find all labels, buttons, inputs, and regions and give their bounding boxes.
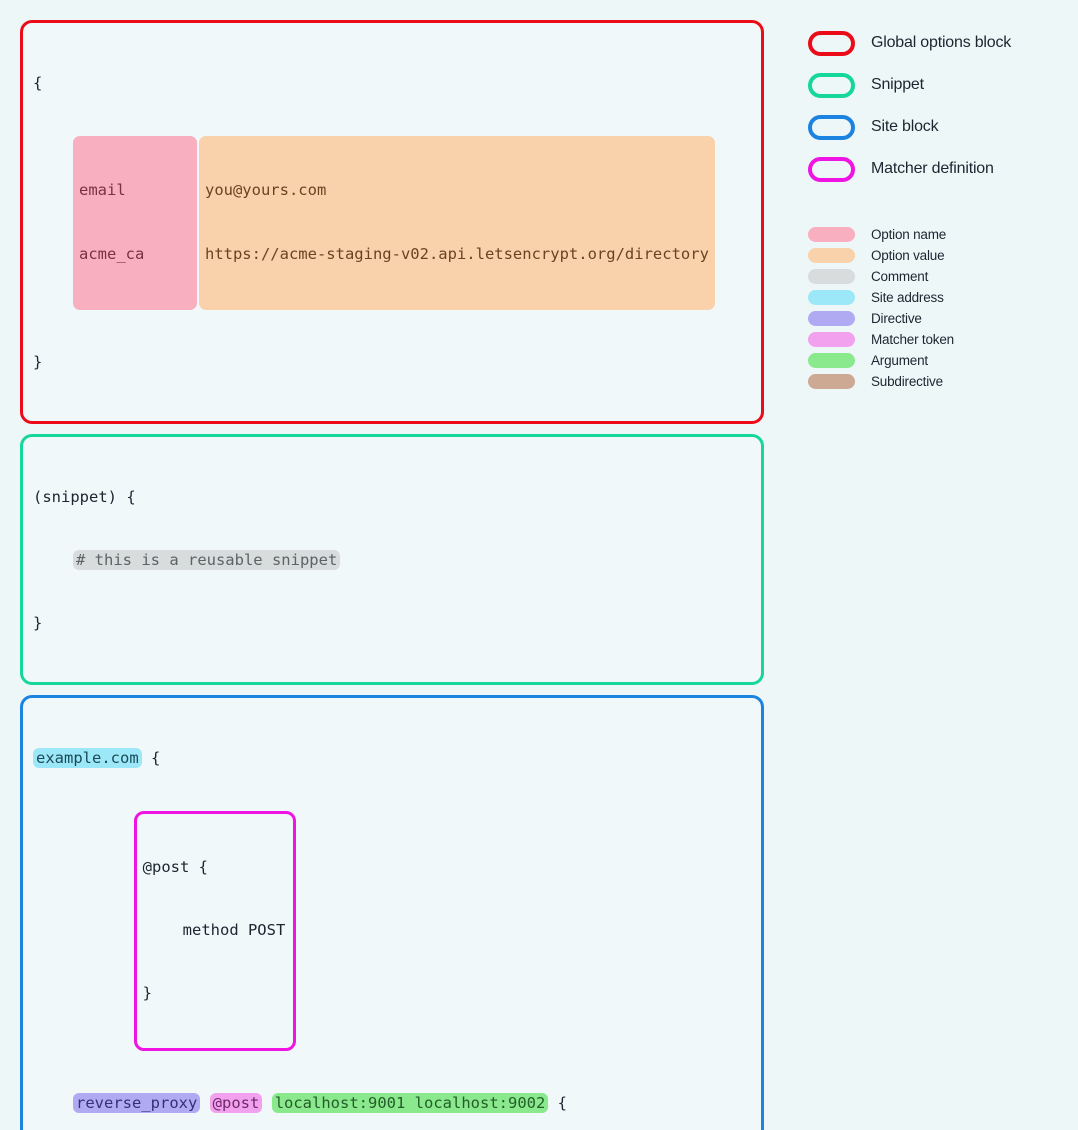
option-names-group: email acme_ca (73, 136, 197, 310)
matcher-def-brace: { (198, 858, 209, 876)
matcher-def-token: @post (142, 858, 190, 876)
legend-label: Snippet (871, 76, 924, 93)
argument-swatch-icon (808, 353, 855, 368)
legend-item: Site address (808, 287, 1068, 308)
legend-label: Matcher token (871, 332, 954, 347)
matcher-def-close-brace: } (142, 984, 152, 1002)
site-block-swatch-icon (808, 114, 855, 140)
argument-token: localhost:9001 localhost:9002 (271, 1093, 549, 1113)
legend-item: Snippet (808, 64, 1068, 106)
legend-block-types: Global options block Snippet Site block … (808, 22, 1068, 190)
legend-item: Matcher token (808, 329, 1068, 350)
snippet-comment-line: # this is a reusable snippet (33, 550, 751, 571)
option-value: you@yours.com (204, 181, 327, 199)
legend-label: Matcher definition (871, 160, 994, 177)
site-open-brace (142, 749, 151, 767)
legend-label: Directive (871, 311, 922, 326)
legend-item: Argument (808, 350, 1068, 371)
matcher-definition-block: @post { method POST } (133, 811, 297, 1051)
legend-item: Option name (808, 224, 1068, 245)
global-open-brace: { (33, 74, 43, 92)
legend-item: Option value (808, 245, 1068, 266)
option-name: email (79, 181, 126, 199)
legend-label: Subdirective (871, 374, 943, 389)
legend-label: Option name (871, 227, 947, 242)
legend-item: Global options block (808, 22, 1068, 64)
snippet-close-brace: } (33, 614, 43, 632)
legend-label: Global options block (871, 34, 1012, 51)
global-options-block: { email acme_ca you@yours.com https://ac… (20, 20, 764, 424)
legend-label: Argument (871, 353, 928, 368)
site-open-brace-char: { (151, 749, 161, 767)
site-address-line: example.com { (33, 748, 751, 769)
site-address-swatch-icon (808, 290, 855, 305)
legend-label: Option value (871, 248, 945, 263)
reverse-proxy-brace: { (557, 1094, 567, 1112)
legend-item: Subdirective (808, 371, 1068, 392)
comment-token: # this is a reusable snippet (73, 550, 341, 570)
directive-swatch-icon (808, 311, 855, 326)
snippet-block-swatch-icon (808, 72, 855, 98)
comment-swatch-icon (808, 269, 855, 284)
caddyfile-diagram: { email acme_ca you@yours.com https://ac… (0, 0, 1078, 1130)
legend-token-types: Option name Option value Comment Site ad… (808, 224, 1068, 392)
legend-label: Site block (871, 118, 939, 135)
option-value: https://acme-staging-v02.api.letsencrypt… (204, 245, 709, 263)
global-options-block-swatch-icon (808, 30, 855, 56)
matcher-token: @post (209, 1093, 263, 1113)
snippet-block: (snippet) { # this is a reusable snippet… (20, 434, 764, 685)
site-address-token: example.com (33, 748, 142, 768)
option-name-swatch-icon (808, 227, 855, 242)
option-values-group: you@yours.com https://acme-staging-v02.a… (198, 136, 715, 310)
legend-item: Site block (808, 106, 1068, 148)
directive-token: reverse_proxy (73, 1093, 201, 1113)
global-options-list: email acme_ca you@yours.com https://acme… (73, 136, 751, 310)
snippet-header: (snippet) { (33, 488, 136, 506)
code-column: { email acme_ca you@yours.com https://ac… (20, 20, 764, 1130)
legend-item: Comment (808, 266, 1068, 287)
legend-item: Matcher definition (808, 148, 1068, 190)
reverse-proxy-line: reverse_proxy @post localhost:9001 local… (33, 1093, 751, 1114)
legend-label: Site address (871, 290, 944, 305)
matcher-token-swatch-icon (808, 332, 855, 347)
option-value-swatch-icon (808, 248, 855, 263)
matcher-def-header: @post { (143, 857, 286, 878)
matcher-definition-swatch-icon (808, 156, 855, 182)
global-close-brace: } (33, 353, 43, 371)
legend-label: Comment (871, 269, 929, 284)
subdirective-swatch-icon (808, 374, 855, 389)
option-name: acme_ca (79, 245, 145, 263)
matcher-def-body: method POST (182, 921, 286, 939)
legend-item: Directive (808, 308, 1068, 329)
site-block-example-com: example.com { @post { method POST } reve… (20, 695, 764, 1130)
